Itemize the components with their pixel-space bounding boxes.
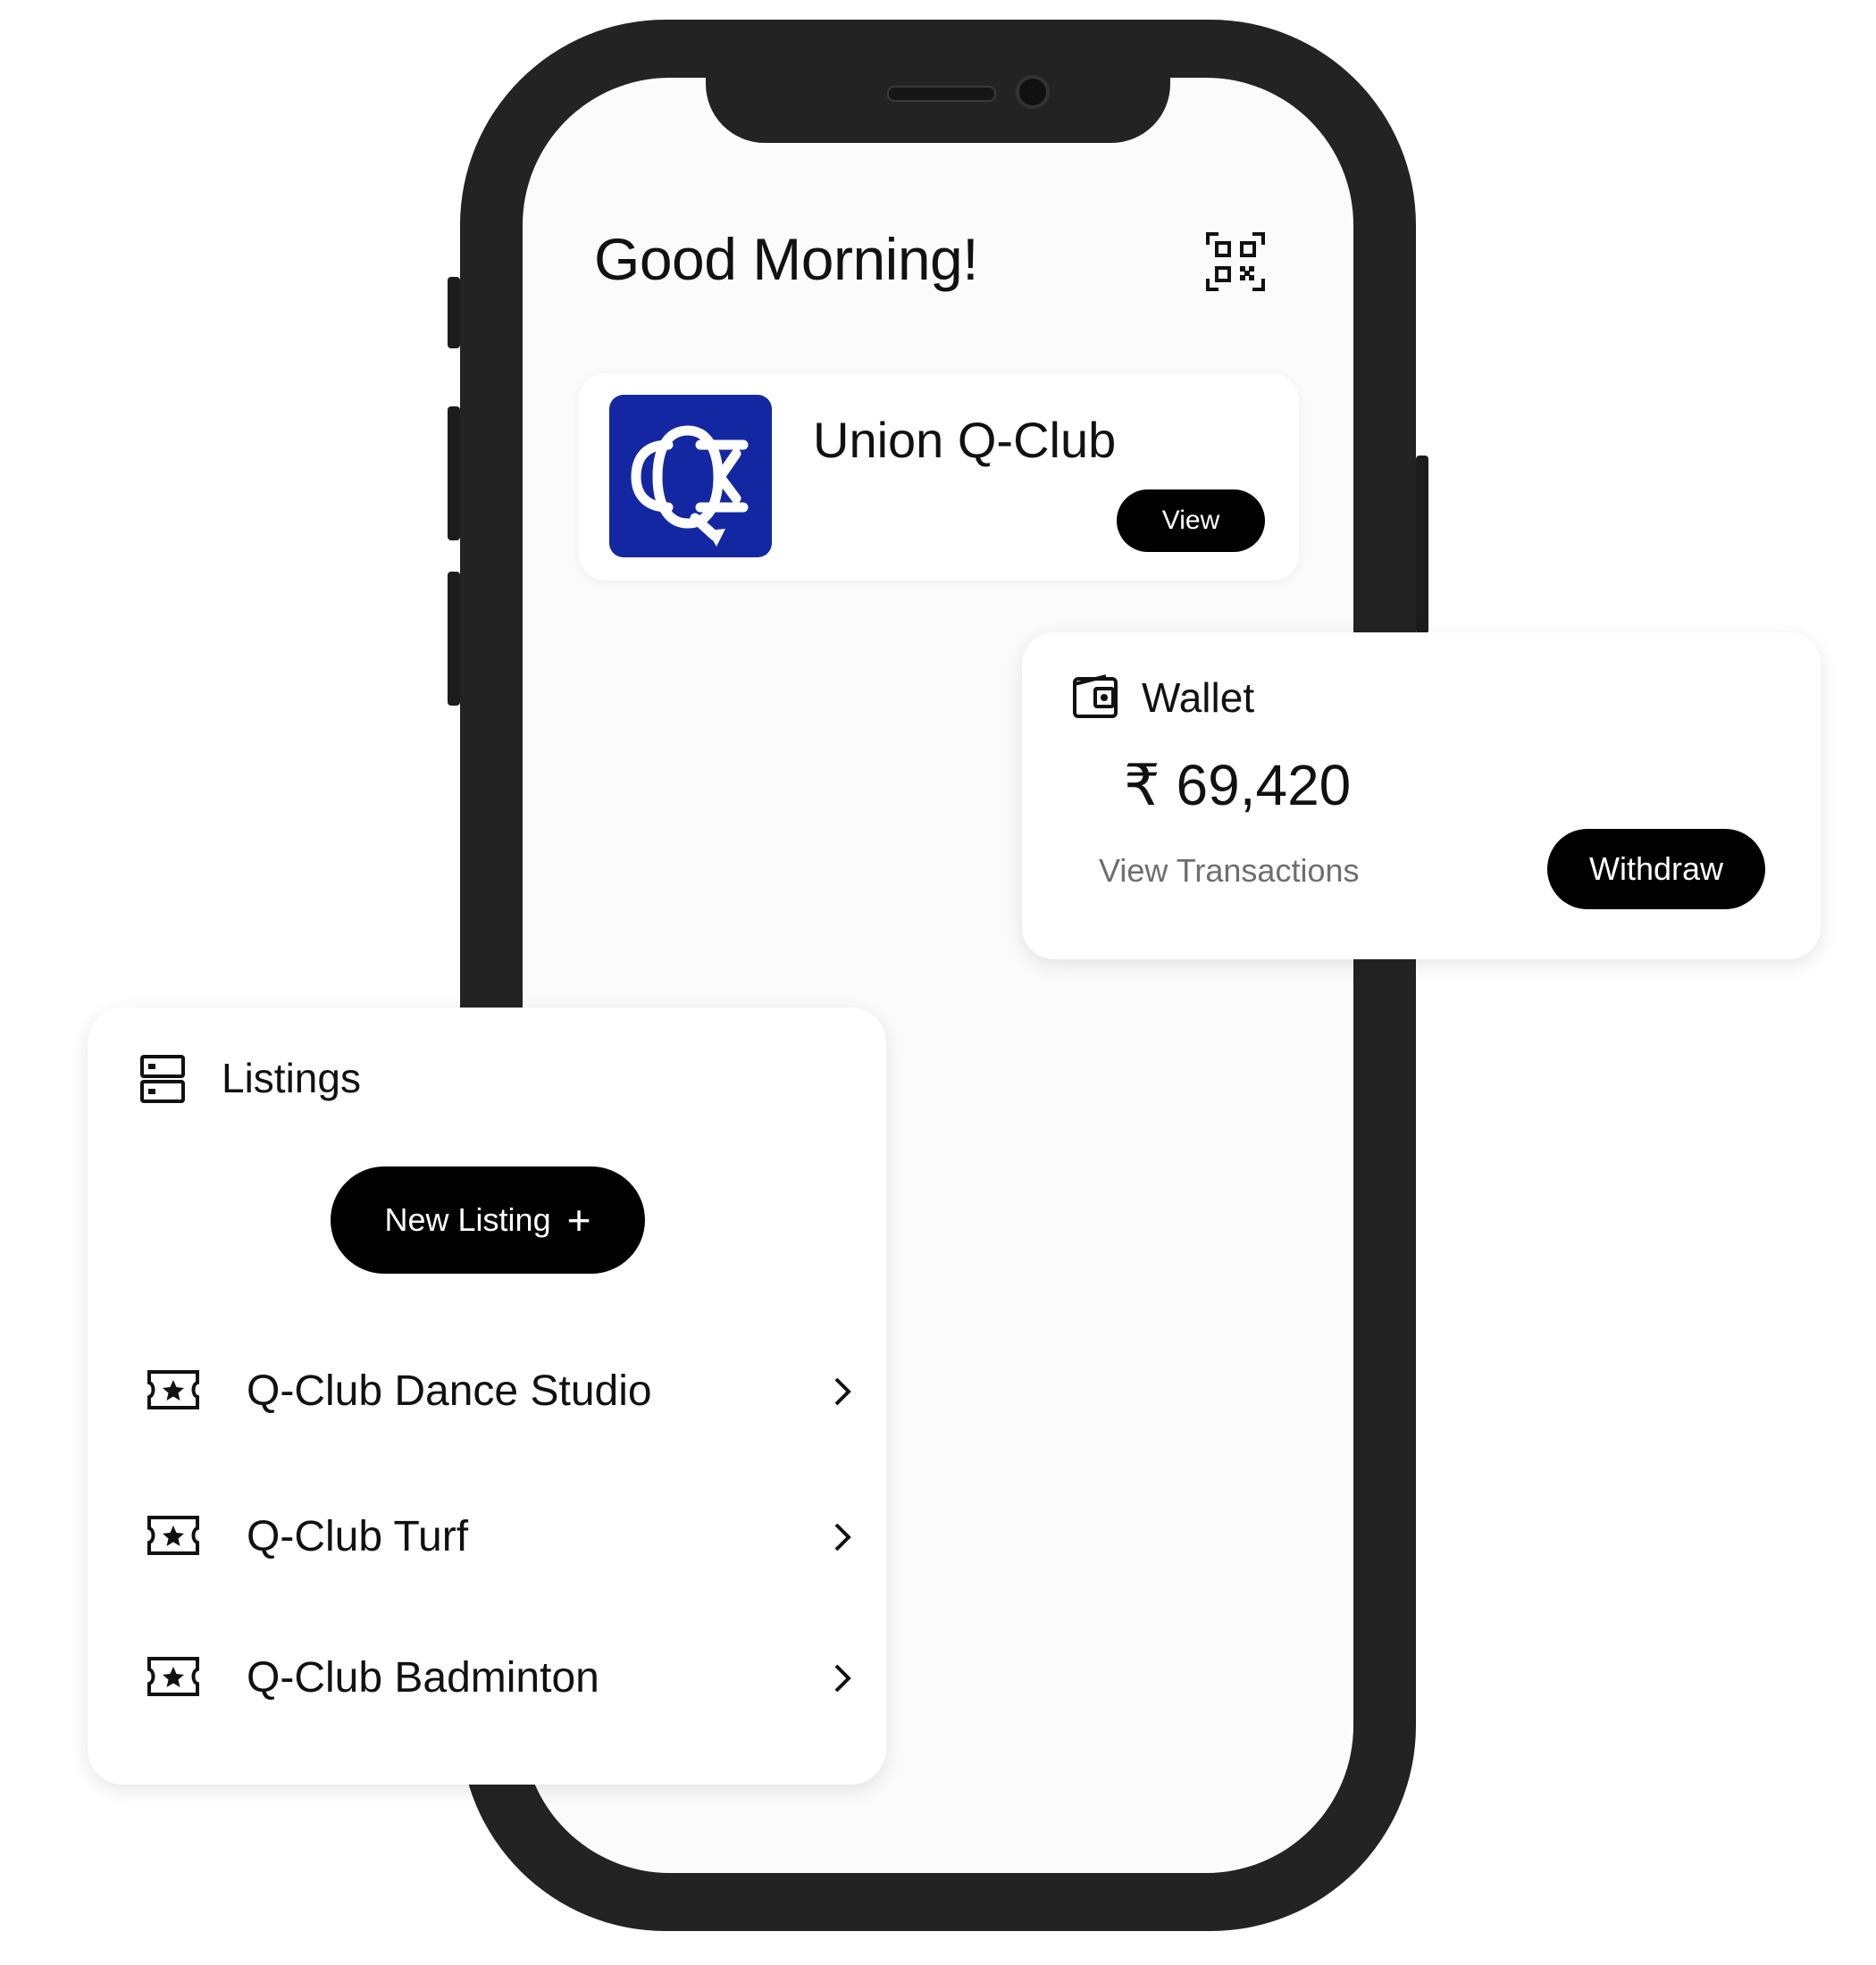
view-transactions-link[interactable]: View Transactions: [1099, 852, 1359, 890]
listing-item[interactable]: Q-Club Dance Studio: [141, 1342, 851, 1440]
chevron-right-icon: [834, 1664, 851, 1693]
listing-item[interactable]: Q-Club Turf: [141, 1487, 851, 1585]
view-club-button[interactable]: View: [1117, 489, 1265, 552]
chevron-right-icon: [834, 1523, 851, 1551]
greeting-title: Good Morning!: [594, 226, 979, 292]
listing-item-label: Q-Club Badminton: [247, 1654, 599, 1702]
phone-notch: [706, 71, 1170, 143]
withdraw-button[interactable]: Withdraw: [1547, 829, 1765, 909]
front-camera-icon: [1016, 75, 1050, 109]
ticket-star-icon: [147, 1516, 199, 1555]
wallet-card: Wallet ₹ 69,420 View Transactions Withdr…: [1022, 632, 1821, 959]
phone-volume-down-button: [448, 572, 460, 706]
union-q-club-logo: [609, 395, 772, 557]
listing-item-label: Q-Club Dance Studio: [247, 1367, 652, 1415]
wallet-title: Wallet: [1142, 674, 1255, 721]
new-listing-label: New Listing: [384, 1201, 551, 1238]
listing-item[interactable]: Q-Club Badminton: [141, 1628, 851, 1727]
listings-card: Listings New Listing + Q-Club Dance Stud…: [88, 1008, 886, 1785]
qr-scan-button[interactable]: [1206, 232, 1265, 291]
phone-power-button: [1416, 456, 1428, 634]
wallet-balance: ₹ 69,420: [1124, 753, 1352, 817]
phone-side-button: [448, 277, 460, 348]
wallet-icon: [1073, 674, 1118, 718]
ticket-star-icon: [147, 1370, 199, 1409]
qr-code-icon: [1206, 232, 1265, 291]
chevron-right-icon: [834, 1377, 851, 1406]
ticket-star-icon: [147, 1657, 199, 1696]
club-card: Union Q-Club View: [579, 373, 1299, 581]
listings-icon: [140, 1055, 185, 1103]
new-listing-button[interactable]: New Listing +: [331, 1166, 645, 1274]
phone-speaker: [887, 86, 996, 102]
phone-volume-up-button: [448, 406, 460, 540]
listing-item-label: Q-Club Turf: [247, 1513, 469, 1560]
plus-icon: +: [566, 1197, 591, 1243]
listings-title: Listings: [222, 1055, 361, 1101]
club-name: Union Q-Club: [813, 412, 1117, 468]
